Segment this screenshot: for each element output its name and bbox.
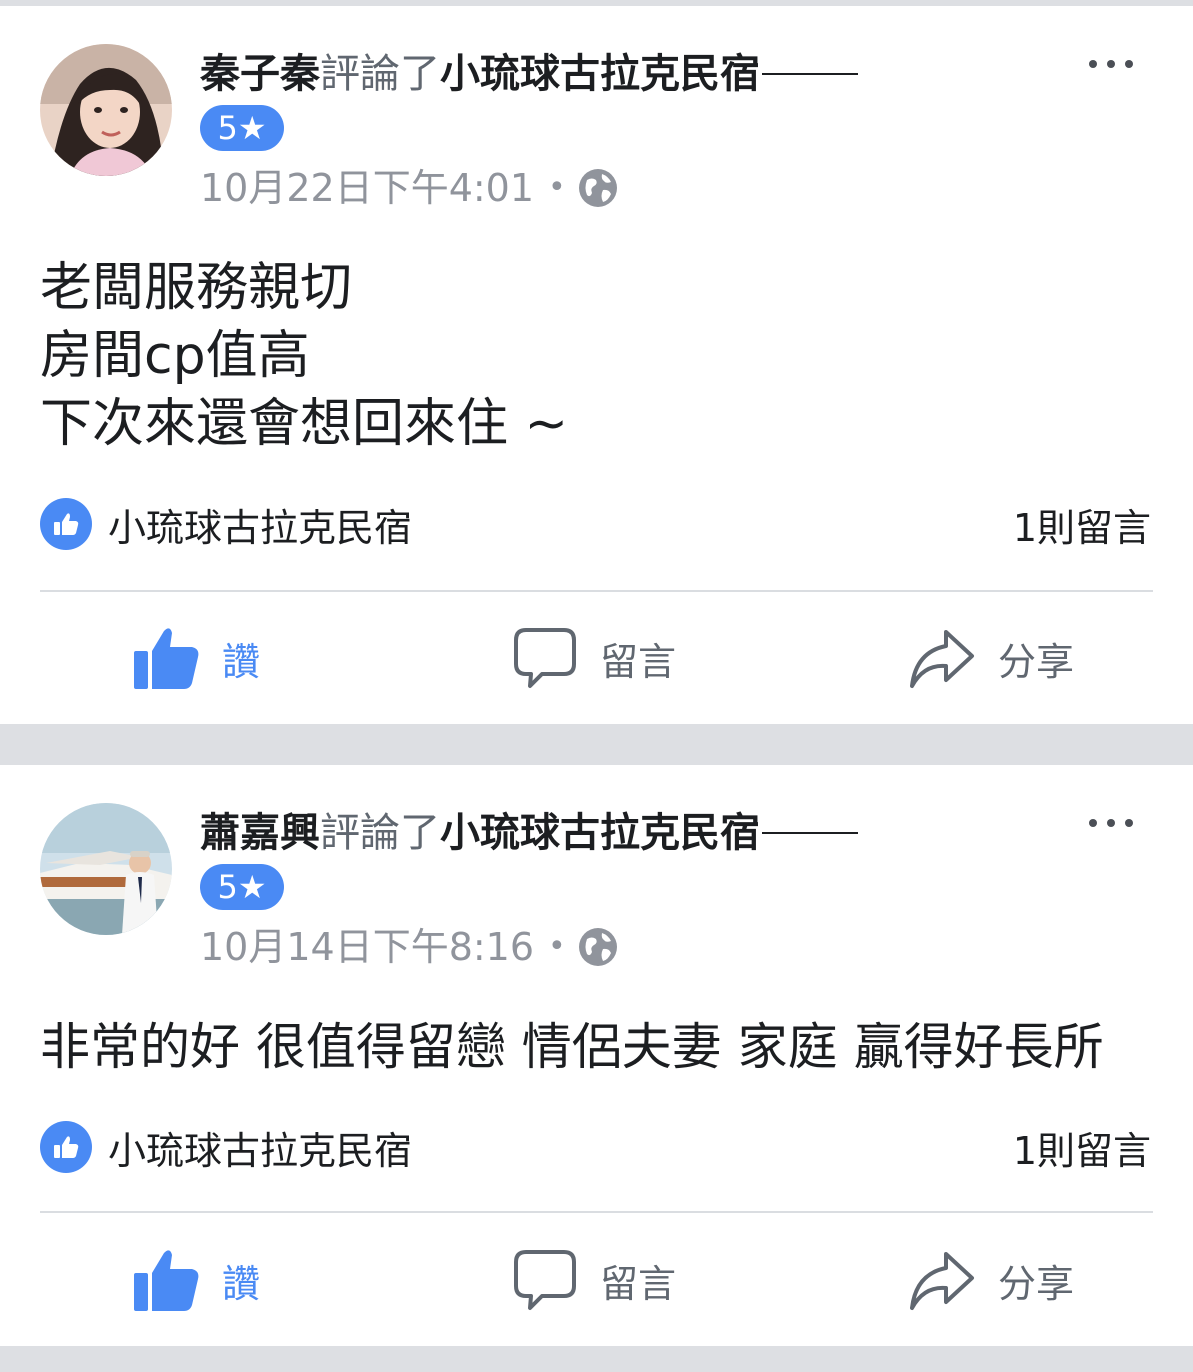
timestamp[interactable]: 10月14日下午8:16 bbox=[200, 921, 534, 973]
action-bar: 讚 留言 分享 bbox=[0, 618, 1193, 698]
share-icon bbox=[910, 630, 974, 688]
comment-icon bbox=[514, 628, 576, 688]
comment-icon bbox=[514, 1250, 576, 1310]
more-options-button[interactable] bbox=[1089, 60, 1133, 68]
author-name[interactable]: 秦子秦 bbox=[200, 51, 320, 97]
more-options-button[interactable] bbox=[1089, 819, 1133, 827]
comment-label: 留言 bbox=[600, 639, 677, 684]
author-name[interactable]: 蕭嘉興 bbox=[200, 810, 320, 856]
comment-count[interactable]: 1則留言 bbox=[1013, 1120, 1151, 1175]
thumbs-up-icon bbox=[134, 628, 199, 689]
meta-separator: • bbox=[548, 170, 566, 205]
share-button[interactable]: 分享 bbox=[908, 618, 1074, 698]
more-dot-icon bbox=[1125, 60, 1133, 68]
header-rule bbox=[762, 73, 858, 75]
like-badge-icon bbox=[40, 1121, 92, 1173]
divider bbox=[40, 590, 1153, 592]
reply-page-name: 小琉球古拉克民宿 bbox=[108, 1128, 413, 1173]
globe-icon bbox=[578, 169, 617, 207]
share-button[interactable]: 分享 bbox=[908, 1240, 1074, 1320]
more-dot-icon bbox=[1107, 60, 1115, 68]
like-button[interactable]: 讚 bbox=[132, 618, 260, 698]
post-header: 蕭嘉興評論了小琉球古拉克民宿 bbox=[200, 805, 858, 861]
post-header: 秦子秦評論了小琉球古拉克民宿 bbox=[200, 46, 858, 102]
comment-button[interactable]: 留言 bbox=[512, 618, 676, 698]
header-rule bbox=[762, 832, 858, 834]
post-meta: 10月14日下午8:16 • bbox=[200, 921, 618, 973]
timestamp[interactable]: 10月22日下午4:01 bbox=[200, 162, 534, 214]
share-label: 分享 bbox=[998, 1261, 1075, 1306]
action-bar: 讚 留言 分享 bbox=[0, 1240, 1193, 1320]
globe-icon bbox=[578, 928, 617, 966]
page-name[interactable]: 小琉球古拉克民宿 bbox=[440, 51, 760, 97]
thumbs-up-icon bbox=[134, 1250, 199, 1311]
like-badge-icon bbox=[40, 498, 92, 550]
share-label: 分享 bbox=[998, 639, 1075, 684]
review-verb: 評論了 bbox=[320, 810, 440, 856]
more-dot-icon bbox=[1125, 819, 1133, 827]
avatar[interactable] bbox=[40, 44, 172, 176]
meta-separator: • bbox=[548, 929, 566, 964]
review-verb: 評論了 bbox=[320, 51, 440, 97]
page-reply-row[interactable]: 小琉球古拉克民宿 1則留言 bbox=[40, 1119, 1151, 1175]
comment-label: 留言 bbox=[600, 1261, 677, 1306]
reply-page-name: 小琉球古拉克民宿 bbox=[108, 505, 413, 550]
more-dot-icon bbox=[1089, 819, 1097, 827]
like-label: 讚 bbox=[222, 639, 261, 684]
rating-badge: 5★ bbox=[200, 864, 284, 910]
like-label: 讚 bbox=[222, 1261, 261, 1306]
more-dot-icon bbox=[1107, 819, 1115, 827]
more-dot-icon bbox=[1089, 60, 1097, 68]
page-name[interactable]: 小琉球古拉克民宿 bbox=[440, 810, 760, 856]
review-text: 非常的好 很值得留戀 情侶夫妻 家庭 贏得好長所 bbox=[40, 1018, 1104, 1076]
review-text: 老闆服務親切 房間cp值高 下次來還會想回來住 ~ bbox=[40, 258, 569, 454]
like-button[interactable]: 讚 bbox=[132, 1240, 260, 1320]
review-post: 蕭嘉興評論了小琉球古拉克民宿 5★ 10月14日下午8:16 • 非常的好 很值… bbox=[0, 765, 1193, 1346]
page-reply-row[interactable]: 小琉球古拉克民宿 1則留言 bbox=[40, 496, 1151, 552]
comment-count[interactable]: 1則留言 bbox=[1013, 497, 1151, 552]
rating-badge: 5★ bbox=[200, 105, 284, 151]
avatar[interactable] bbox=[40, 803, 172, 935]
post-meta: 10月22日下午4:01 • bbox=[200, 162, 618, 214]
divider bbox=[40, 1211, 1153, 1213]
comment-button[interactable]: 留言 bbox=[512, 1240, 676, 1320]
share-icon bbox=[910, 1252, 974, 1310]
review-post: 秦子秦評論了小琉球古拉克民宿 5★ 10月22日下午4:01 • 老闆服務親切 … bbox=[0, 6, 1193, 724]
